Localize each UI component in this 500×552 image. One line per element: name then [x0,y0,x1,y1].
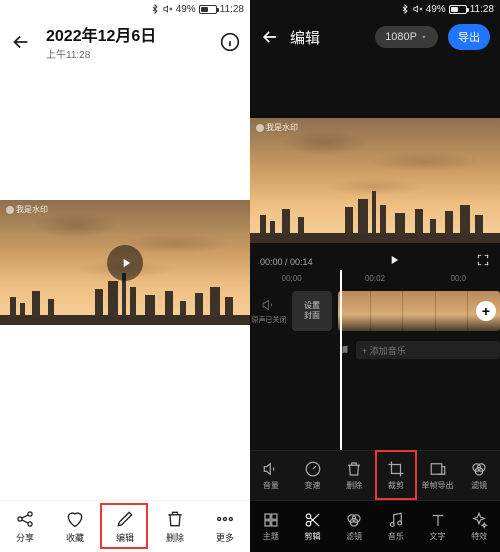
add-music-button[interactable]: + 添加音乐 [356,341,500,359]
trash-icon [165,509,185,529]
volume-button[interactable]: 音量 [250,451,292,500]
tab-effect[interactable]: 特效 [458,501,500,552]
mute-icon [413,4,423,14]
delete-button[interactable]: 删除 [150,501,200,552]
gallery-toolbar: 分享 收藏 编辑 删除 更多 [0,500,250,552]
video-clip[interactable]: + [338,291,500,331]
set-cover-button[interactable]: 设置封面 [292,291,332,331]
filter-button[interactable]: 滤镜 [458,451,500,500]
play-button[interactable] [107,245,143,281]
filter-icon [470,460,488,478]
tab-music[interactable]: 音乐 [375,501,417,552]
tab-clip[interactable]: 剪辑 [292,501,334,552]
editor-header: 编辑 1080P 导出 [250,18,500,56]
bluetooth-icon [400,4,410,14]
gallery-pane: 49% 11:28 2022年12月6日 上午11:28 [0,0,250,552]
timeline-area: 00:00 / 00:14 00:0000:0200:0 原声已关闭 设置封面 … [250,250,500,450]
watermark: 我是水印 [6,204,48,215]
export-button[interactable]: 导出 [448,24,490,50]
heart-icon [65,509,85,529]
back-icon[interactable] [260,27,280,47]
speed-button[interactable]: 变速 [292,451,334,500]
trash-icon [345,460,363,478]
volume-icon [262,460,280,478]
editor-preview[interactable]: 我是水印 [250,118,500,243]
mode-tabs-row: 主题 剪辑 滤镜 音乐 文字 特效 [250,500,500,552]
music-icon [387,511,405,529]
pencil-icon [115,509,135,529]
fullscreen-button[interactable] [476,253,490,272]
tab-theme[interactable]: 主题 [250,501,292,552]
playhead[interactable] [340,270,342,450]
speed-icon [304,460,322,478]
status-bar: 49% 11:28 [250,0,500,18]
share-label: 分享 [16,531,34,544]
bluetooth-icon [150,4,160,14]
chevron-down-icon [420,33,428,41]
gallery-header: 2022年12月6日 上午11:28 [0,18,250,65]
export-frame-button[interactable]: 单帧导出 [417,451,459,500]
sparkle-icon [470,511,488,529]
watermark: 我是水印 [256,122,298,133]
back-icon[interactable] [10,31,32,53]
more-label: 更多 [216,531,234,544]
battery-icon [199,5,217,14]
scissors-icon [304,511,322,529]
crop-icon [387,460,405,478]
theme-icon [262,511,280,529]
favorite-label: 收藏 [66,531,84,544]
editor-pane: 49% 11:28 编辑 1080P 导出 [250,0,500,552]
crop-button[interactable]: 裁剪 [375,451,417,500]
dots-icon [215,509,235,529]
filter-icon [345,511,363,529]
clock: 11:28 [470,4,494,15]
delete-label: 删除 [166,531,184,544]
share-icon [15,509,35,529]
favorite-button[interactable]: 收藏 [50,501,100,552]
add-clip-button[interactable]: + [476,301,496,321]
mute-original-button[interactable]: 原声已关闭 [250,297,288,325]
mute-icon [163,4,173,14]
more-button[interactable]: 更多 [200,501,250,552]
share-button[interactable]: 分享 [0,501,50,552]
clock: 11:28 [220,4,244,15]
play-button[interactable] [387,253,401,272]
frame-export-icon [429,460,447,478]
edit-button[interactable]: 编辑 [100,501,150,552]
battery-icon [449,5,467,14]
edit-label: 编辑 [116,531,134,544]
editor-title: 编辑 [290,27,365,48]
tab-filter[interactable]: 滤镜 [333,501,375,552]
info-icon[interactable] [220,32,240,52]
tab-text[interactable]: 文字 [417,501,459,552]
battery-pct: 49% [426,4,446,15]
resolution-button[interactable]: 1080P [375,26,438,48]
video-preview[interactable]: 我是水印 [0,200,250,325]
battery-pct: 49% [176,4,196,15]
delete-clip-button[interactable]: 删除 [333,451,375,500]
edit-tools-row: 音量 变速 删除 裁剪 单帧导出 滤镜 [250,450,500,500]
time-ruler[interactable]: 00:0000:0200:0 [250,274,500,288]
page-subtitle: 上午11:28 [46,46,206,61]
page-title: 2022年12月6日 [46,22,206,46]
status-bar: 49% 11:28 [0,0,250,18]
time-display: 00:00 / 00:14 [260,257,313,267]
text-icon [429,511,447,529]
